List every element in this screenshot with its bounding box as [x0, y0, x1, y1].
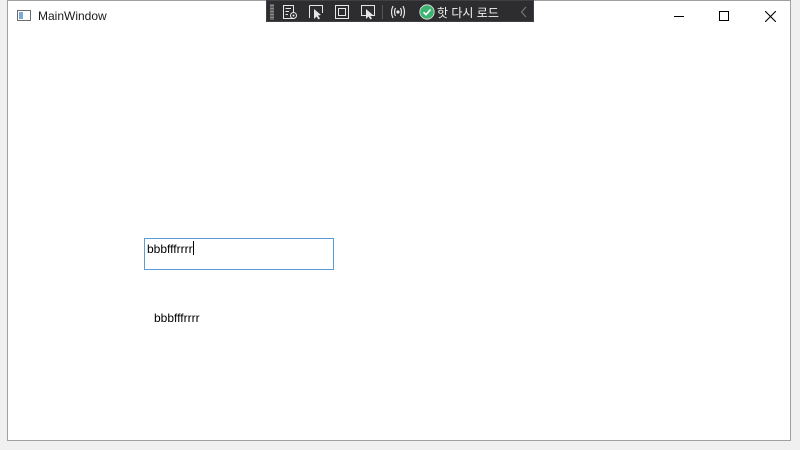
chevron-left-icon — [520, 6, 527, 18]
window-title: MainWindow — [38, 9, 107, 23]
close-icon — [764, 10, 776, 22]
xaml-debug-toolbar: 핫 다시 로드 — [266, 0, 534, 22]
text-input-value: bbbfffrrrr — [147, 242, 193, 256]
hot-reload-status[interactable]: 핫 다시 로드 — [419, 3, 499, 21]
minimize-icon — [674, 16, 684, 17]
display-layout-adorners-icon — [335, 5, 349, 19]
toolbar-grip-handle[interactable] — [270, 4, 274, 20]
close-button[interactable] — [747, 1, 793, 31]
select-element-icon — [309, 5, 323, 20]
display-layout-adorners-button[interactable] — [333, 3, 351, 21]
track-focus-button[interactable] — [359, 3, 377, 21]
collapse-toolbar-button[interactable] — [519, 4, 529, 20]
text-input[interactable]: bbbfffrrrr — [144, 238, 334, 270]
binding-failures-icon — [390, 5, 406, 19]
maximize-button[interactable] — [701, 1, 747, 31]
live-visual-tree-icon — [283, 5, 297, 19]
minimize-button[interactable] — [656, 1, 702, 31]
bound-text-label: bbbfffrrrr — [154, 311, 200, 325]
window-app-icon — [17, 10, 31, 21]
binding-failures-button[interactable] — [389, 3, 407, 21]
text-caret — [192, 241, 194, 255]
hot-reload-label: 핫 다시 로드 — [437, 5, 499, 20]
check-circle-icon — [419, 4, 435, 20]
track-focus-icon — [361, 5, 375, 20]
main-window: MainWindow bbbfffrrrr bbbfffrrrr — [7, 0, 791, 441]
select-element-button[interactable] — [307, 3, 325, 21]
live-visual-tree-button[interactable] — [281, 3, 299, 21]
toolbar-separator — [382, 5, 383, 19]
maximize-icon — [719, 11, 729, 21]
